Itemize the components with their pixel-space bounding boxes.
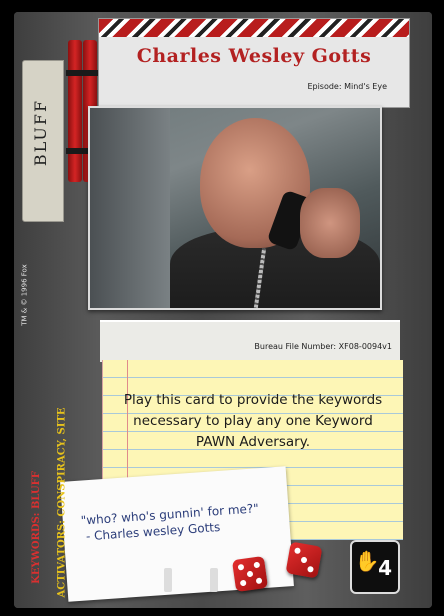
card-photo <box>88 106 382 310</box>
file-paper: Bureau File Number: XF08-0094v1 <box>100 320 400 362</box>
title-bar: Charles Wesley Gotts Episode: Mind's Eye <box>98 18 410 108</box>
episode-label: Episode: Mind's Eye <box>307 82 387 91</box>
card-title: Charles Wesley Gotts <box>136 45 372 67</box>
card-type-label: BLUFF <box>31 98 51 166</box>
red-hand-icon: ✋ <box>354 549 380 573</box>
copyright-text: TM & © 1996 Fox <box>21 264 30 326</box>
pin-icon <box>210 568 218 592</box>
cost-value: 4 <box>378 556 392 580</box>
card: BLUFF Charles Wesley Gotts Episode: Mind… <box>14 12 432 608</box>
activators-label: ACTIVATORS: CONSPIRACY, SITE <box>56 407 68 597</box>
pin-icon <box>164 568 172 592</box>
card-type-tab: BLUFF <box>24 87 58 177</box>
die-icon <box>231 555 269 593</box>
bureau-file-number: Bureau File Number: XF08-0094v1 <box>254 342 392 351</box>
game-text: Play this card to provide the keywords n… <box>123 392 383 450</box>
cost-badge: ✋ 4 <box>350 540 400 594</box>
keywords-label: KEYWORDS: BLUFF <box>30 470 42 584</box>
hazard-stripes <box>99 19 409 37</box>
die-icon <box>285 541 323 579</box>
flavor-quote: "who? who's gunnin' for me?" - Charles w… <box>80 501 260 544</box>
